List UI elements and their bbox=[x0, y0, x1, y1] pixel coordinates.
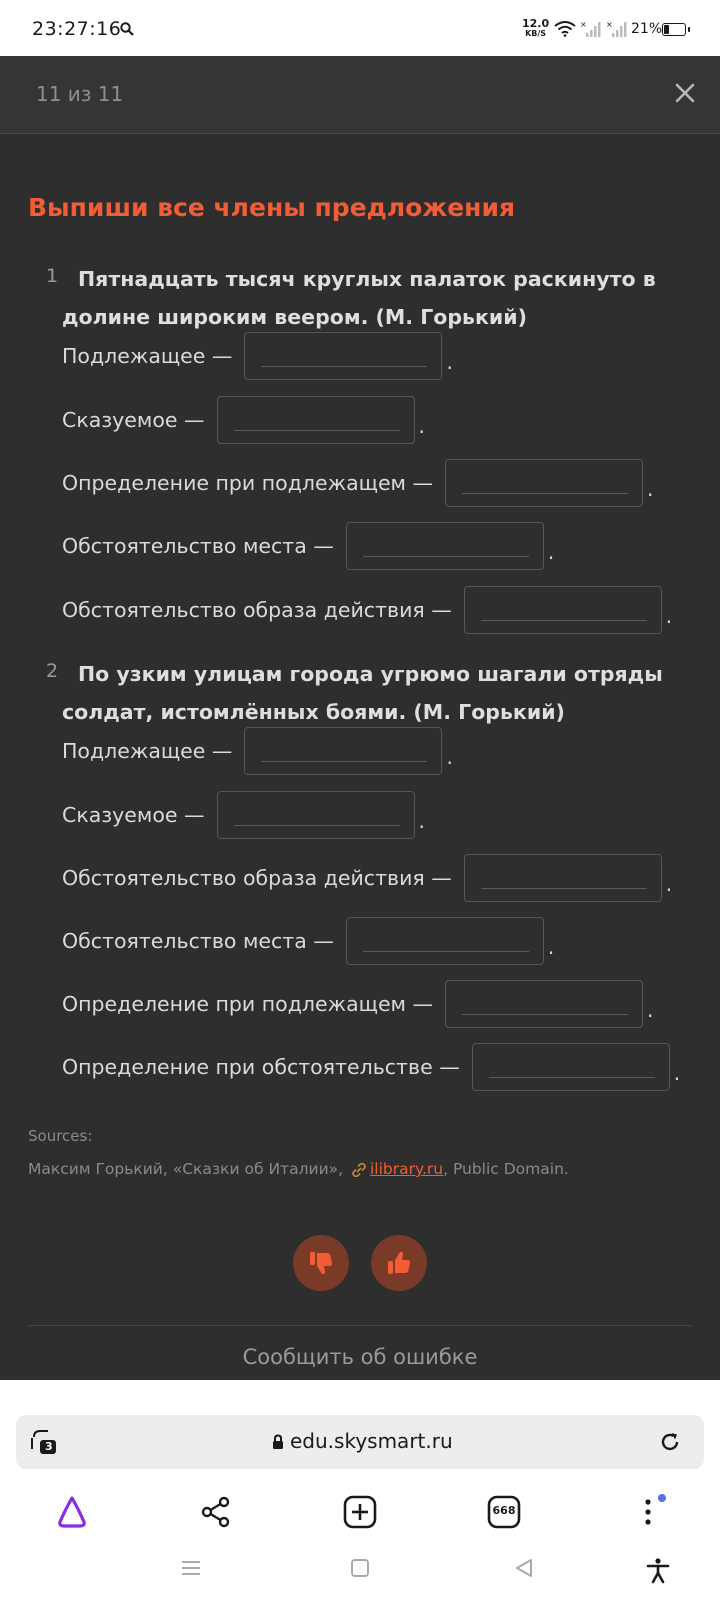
task-title: Выпиши все члены предложения bbox=[28, 193, 516, 222]
tab-count: 3 bbox=[45, 1440, 53, 1453]
answer-input[interactable] bbox=[345, 917, 544, 965]
answer-input[interactable] bbox=[445, 980, 644, 1028]
answer-input[interactable] bbox=[345, 522, 544, 570]
system-nav-bar bbox=[0, 1538, 720, 1600]
search-icon bbox=[120, 22, 134, 36]
network-speed: 12.0 KB/S bbox=[522, 17, 550, 38]
answer-input[interactable] bbox=[463, 586, 662, 634]
period: . bbox=[446, 350, 453, 374]
answer-label: Обстоятельство образа действия — bbox=[62, 866, 452, 890]
answer-row: Обстоятельство места — . bbox=[62, 522, 554, 570]
thumbs-up-icon bbox=[388, 1252, 411, 1274]
period: . bbox=[647, 477, 654, 501]
url-text[interactable]: edu.skysmart.ru bbox=[290, 1429, 453, 1453]
answer-label: Определение при подлежащем — bbox=[62, 471, 434, 495]
answer-row: Сказуемое — . bbox=[62, 396, 425, 444]
new-tab-icon[interactable] bbox=[342, 1494, 378, 1530]
period: . bbox=[418, 414, 425, 438]
period: . bbox=[665, 604, 673, 628]
answer-input[interactable] bbox=[445, 459, 644, 507]
status-time: 23:27:16 bbox=[32, 18, 122, 40]
tabs-button[interactable]: 3 bbox=[28, 1427, 58, 1457]
back-icon[interactable] bbox=[514, 1558, 534, 1578]
source-link[interactable]: ilibrary.ru bbox=[370, 1160, 443, 1178]
period: . bbox=[673, 1061, 681, 1085]
answer-label: Определение при обстоятельстве — bbox=[62, 1055, 460, 1079]
close-icon[interactable] bbox=[674, 82, 696, 104]
lock-icon bbox=[273, 1434, 283, 1449]
sources-line: Максим Горький, «Сказки об Италии», ilib… bbox=[28, 1160, 569, 1178]
question-sentence: Пятнадцать тысяч круглых палаток раскину… bbox=[62, 267, 656, 329]
battery-icon bbox=[662, 23, 690, 36]
menu-icon[interactable] bbox=[180, 1558, 202, 1578]
address-bar[interactable]: 3 edu.skysmart.ru bbox=[16, 1415, 704, 1469]
answer-row: Сказуемое — . bbox=[62, 791, 425, 839]
answer-row: Обстоятельство образа действия — . bbox=[62, 854, 672, 902]
answer-label: Сказуемое — bbox=[62, 803, 205, 827]
answer-row: Обстоятельство образа действия — . bbox=[62, 586, 672, 634]
thumbs-down-icon bbox=[310, 1252, 333, 1274]
answer-label: Подлежащее — bbox=[62, 739, 233, 763]
answer-row: Определение при подлежащем — . bbox=[62, 980, 653, 1028]
alice-assistant-icon[interactable] bbox=[54, 1494, 90, 1530]
answer-label: Обстоятельство места — bbox=[62, 929, 334, 953]
answer-row: Обстоятельство места — . bbox=[62, 917, 554, 965]
answer-row: Определение при подлежащем — . bbox=[62, 459, 653, 507]
answer-label: Обстоятельство образа действия — bbox=[62, 598, 452, 622]
tabs-grid-count: 668 bbox=[492, 1504, 516, 1517]
wifi-icon bbox=[554, 21, 576, 37]
answer-row: Подлежащее — . bbox=[62, 727, 453, 775]
question-sentence: По узким улицам города угрюмо шагали отр… bbox=[62, 662, 663, 724]
home-icon[interactable] bbox=[350, 1558, 370, 1578]
report-error-link[interactable]: Сообщить об ошибке bbox=[0, 1345, 720, 1369]
answer-label: Подлежащее — bbox=[62, 344, 233, 368]
answer-label: Определение при подлежащем — bbox=[62, 992, 434, 1016]
answer-input[interactable] bbox=[216, 396, 415, 444]
more-menu-icon[interactable] bbox=[630, 1494, 666, 1530]
period: . bbox=[547, 540, 555, 564]
period: . bbox=[647, 998, 654, 1022]
period: . bbox=[446, 745, 453, 769]
answer-input[interactable] bbox=[463, 854, 662, 902]
answer-row: Подлежащее — . bbox=[62, 332, 453, 380]
reload-icon[interactable] bbox=[658, 1430, 682, 1454]
signal-icon: × bbox=[580, 20, 601, 37]
signal-icon-2: × bbox=[606, 20, 627, 37]
tabs-icon bbox=[31, 1430, 56, 1454]
status-bar: 23:27:16 12.0 KB/S × × 21% bbox=[0, 0, 720, 56]
progress-counter: 11 из 11 bbox=[36, 82, 124, 106]
answer-input[interactable] bbox=[244, 727, 443, 775]
like-button[interactable] bbox=[371, 1235, 427, 1291]
answer-input[interactable] bbox=[216, 791, 415, 839]
question-number: 1 bbox=[46, 265, 59, 287]
sources-prefix: Максим Горький, «Сказки об Италии», bbox=[28, 1160, 344, 1178]
browser-nav: 668 bbox=[0, 1482, 720, 1538]
link-icon bbox=[352, 1162, 366, 1177]
period: . bbox=[547, 935, 555, 959]
answer-label: Обстоятельство места — bbox=[62, 534, 334, 558]
sources-label: Sources: bbox=[28, 1127, 93, 1145]
answer-input[interactable] bbox=[471, 1043, 670, 1091]
answer-input[interactable] bbox=[244, 332, 443, 380]
answer-label: Сказуемое — bbox=[62, 408, 205, 432]
exercise-header: 11 из 11 bbox=[0, 56, 720, 134]
sources-suffix: , Public Domain. bbox=[443, 1160, 569, 1178]
question-number: 2 bbox=[46, 660, 59, 682]
svg-text:×: × bbox=[606, 20, 613, 29]
divider bbox=[28, 1325, 692, 1326]
browser-chrome: 3 edu.skysmart.ru 668 bbox=[0, 1380, 720, 1600]
share-icon[interactable] bbox=[198, 1494, 234, 1530]
tabs-grid-button[interactable]: 668 bbox=[486, 1494, 522, 1530]
period: . bbox=[665, 872, 673, 896]
dislike-button[interactable] bbox=[293, 1235, 349, 1291]
battery-percent: 21% bbox=[631, 21, 663, 37]
svg-text:×: × bbox=[580, 20, 587, 29]
period: . bbox=[418, 809, 425, 833]
answer-row: Определение при обстоятельстве — . bbox=[62, 1043, 680, 1091]
accessibility-icon[interactable] bbox=[646, 1558, 670, 1584]
